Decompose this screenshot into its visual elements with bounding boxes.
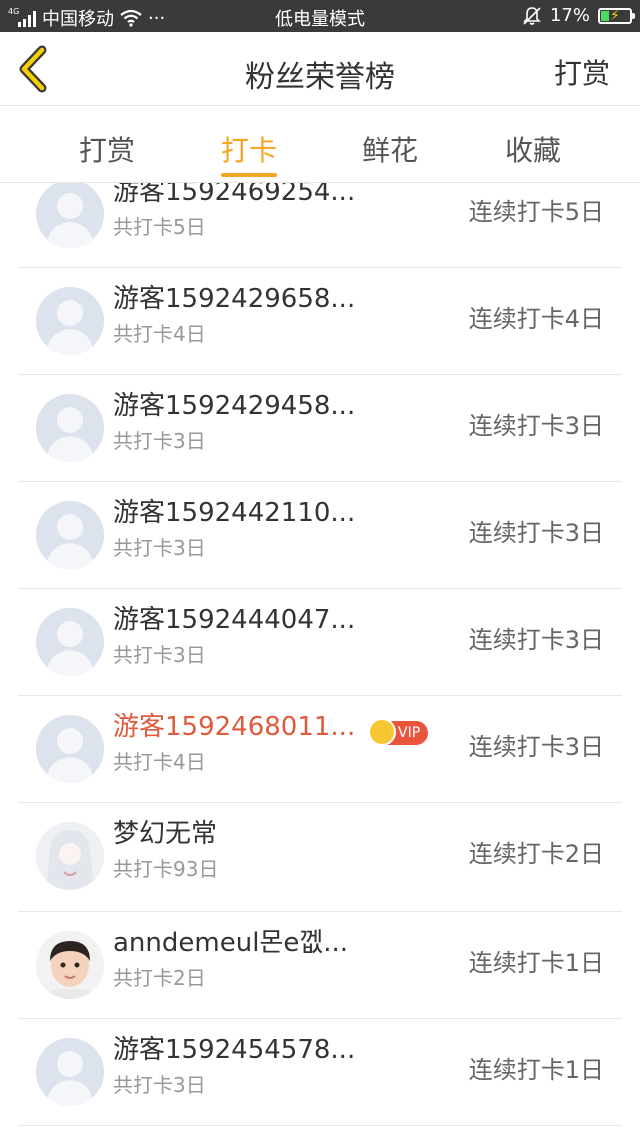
default-avatar-icon: [36, 715, 104, 783]
list-item[interactable]: 游客1592444047... 共打卡3日 连续打卡3日: [18, 589, 622, 696]
user-name: 梦幻无常: [113, 819, 218, 849]
user-name: 游客1592429458...: [113, 391, 356, 421]
user-name: 游客1592469254...: [113, 183, 356, 207]
tab-favorites[interactable]: 收藏: [478, 129, 588, 169]
list-item[interactable]: 游客1592469254... 共打卡5日 连续打卡5日: [18, 183, 622, 268]
default-avatar-icon: [36, 608, 104, 676]
consecutive-checkin-days: 连续打卡4日: [468, 305, 604, 333]
list-item[interactable]: 游客1592429658... 共打卡4日 连续打卡4日: [18, 268, 622, 375]
vip-badge: VIP: [368, 718, 429, 746]
consecutive-checkin-days: 连续打卡3日: [468, 626, 604, 654]
consecutive-checkin-days: 连续打卡2日: [468, 840, 604, 868]
network-type: 4G: [8, 7, 20, 16]
wifi-icon: [120, 9, 142, 27]
list-item[interactable]: 游客1592468011... VIP 共打卡4日 连续打卡3日: [18, 696, 622, 803]
battery-charging-icon: ⚡: [598, 7, 635, 24]
page-title: 粉丝荣誉榜: [245, 60, 395, 95]
list-item[interactable]: 游客1592454578... 共打卡3日 连续打卡1日: [18, 1019, 622, 1126]
consecutive-checkin-days: 连续打卡5日: [468, 198, 604, 226]
consecutive-checkin-days: 连续打卡1日: [468, 949, 604, 977]
default-avatar-icon: [36, 394, 104, 462]
user-name: 游客1592444047...: [113, 605, 356, 635]
tip-button[interactable]: 打赏: [554, 52, 610, 92]
total-checkin-days: 共打卡3日: [113, 536, 206, 560]
user-name: anndemeul몬e껪...: [113, 928, 349, 958]
tab-bar: 打赏 打卡 鲜花 收藏: [0, 107, 640, 183]
consecutive-checkin-days: 连续打卡1日: [468, 1056, 604, 1084]
total-checkin-days: 共打卡2日: [113, 966, 206, 990]
total-checkin-days: 共打卡5日: [113, 215, 206, 239]
total-checkin-days: 共打卡3日: [113, 1073, 206, 1097]
user-name: 游客1592442110...: [113, 498, 356, 528]
default-avatar-icon: [36, 501, 104, 569]
user-name: 游客1592468011...: [113, 712, 356, 742]
user-name: 游客1592454578...: [113, 1035, 356, 1065]
total-checkin-days: 共打卡93日: [113, 857, 219, 881]
active-tab-indicator: [221, 173, 277, 177]
crown-icon: [368, 718, 396, 746]
tab-checkin[interactable]: 打卡: [194, 129, 304, 169]
total-checkin-days: 共打卡3日: [113, 643, 206, 667]
consecutive-checkin-days: 连续打卡3日: [468, 733, 604, 761]
checkin-ranking-list: 游客1592469254... 共打卡5日 连续打卡5日 游客159242965…: [0, 183, 640, 1138]
default-avatar-icon: [36, 183, 104, 248]
mute-bell-icon: [523, 6, 541, 25]
default-avatar-icon: [36, 287, 104, 355]
more-status-dots: ···: [148, 7, 166, 29]
tab-flowers[interactable]: 鲜花: [335, 129, 445, 169]
tab-tip[interactable]: 打赏: [52, 129, 162, 169]
list-item[interactable]: anndemeul몬e껪... 共打卡2日 连续打卡1日: [18, 912, 622, 1019]
signal-icon: 4G: [8, 7, 36, 27]
anime-avatar-icon: [36, 822, 104, 890]
default-avatar-icon: [36, 1038, 104, 1106]
carrier-name: 中国移动: [42, 9, 114, 30]
total-checkin-days: 共打卡4日: [113, 750, 206, 774]
user-name: 游客1592429658...: [113, 284, 356, 314]
list-item[interactable]: 游客1592442110... 共打卡3日 连续打卡3日: [18, 482, 622, 589]
total-checkin-days: 共打卡3日: [113, 429, 206, 453]
status-bar: 4G 中国移动 ··· 低电量模式 17% ⚡: [0, 0, 640, 32]
child-photo-avatar-icon: [36, 931, 104, 999]
consecutive-checkin-days: 连续打卡3日: [468, 412, 604, 440]
list-item[interactable]: 游客1592429458... 共打卡3日 连续打卡3日: [18, 375, 622, 482]
app-header: 粉丝荣誉榜 打赏: [0, 32, 640, 106]
consecutive-checkin-days: 连续打卡3日: [468, 519, 604, 547]
vip-label: VIP: [398, 725, 421, 741]
total-checkin-days: 共打卡4日: [113, 322, 206, 346]
list-item[interactable]: 梦幻无常 共打卡93日 连续打卡2日: [18, 803, 622, 912]
battery-percent: 17%: [549, 5, 590, 26]
